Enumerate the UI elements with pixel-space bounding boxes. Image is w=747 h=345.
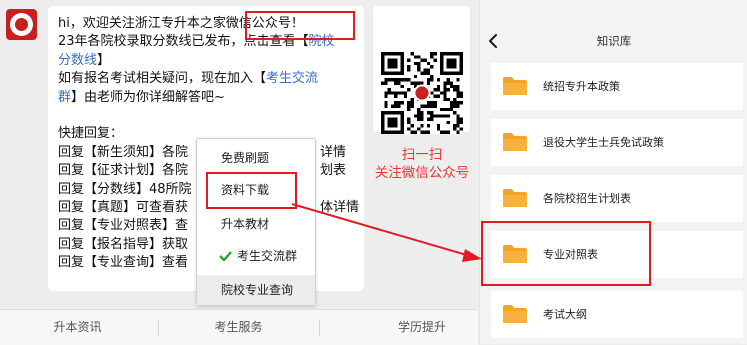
- message-segment: 快捷回复：: [58, 126, 124, 142]
- scan-caption-line: 关注微信公众号: [374, 165, 470, 181]
- menu-tab-services[interactable]: 考生服务: [161, 310, 316, 345]
- message-line: 分数线】: [58, 52, 358, 70]
- folder-icon: [503, 77, 527, 95]
- message-segment: 回复【真题】可查看获: [58, 199, 189, 215]
- annotation-box: [206, 172, 297, 209]
- kb-item[interactable]: 退役大学生士兵免试政策: [491, 119, 743, 166]
- account-avatar[interactable]: [6, 9, 37, 40]
- popup-menu-label: 考生交流群: [237, 249, 298, 263]
- annotation-arrow: [291, 203, 482, 262]
- folder-icon: [503, 189, 527, 207]
- folder-icon: [503, 133, 527, 151]
- message-line: [58, 107, 358, 125]
- menu-divider: [158, 320, 159, 336]
- check-icon: [219, 251, 232, 261]
- page-title: 知识库: [596, 34, 632, 48]
- bottom-menu-bar: 升本资讯 考生服务 学历提升: [0, 309, 478, 345]
- message-segment: 详情: [320, 144, 347, 160]
- message-segment: 】由老师为你详细解答吧~: [71, 89, 225, 105]
- folder-icon: [503, 305, 527, 323]
- qr-code-icon[interactable]: [381, 52, 463, 134]
- scan-caption-line: 扫一扫: [401, 147, 443, 163]
- message-line: 如有报名考试相关疑问，现在加入【考生交流: [58, 70, 358, 88]
- message-segment: 回复【新生须知】各院: [58, 144, 189, 160]
- message-segment: 回复【分数线】48所院: [58, 181, 192, 197]
- kb-item-label: 统招专升本政策: [543, 80, 620, 93]
- popup-menu-label: 升本教材: [221, 217, 270, 231]
- message-segment: 回复【征求计划】各院: [58, 163, 189, 179]
- knowledge-base-panel: 知识库 统招专升本政策 退役大学生士兵免试政策 各院校招生计划表 专业对照表 考试大纲: [479, 0, 747, 344]
- avatar-logo-icon: [15, 18, 28, 31]
- kb-item-label: 考试大纲: [543, 308, 587, 321]
- message-line: 群】由老师为你详细解答吧~: [58, 89, 358, 107]
- annotation-box: [245, 11, 355, 40]
- message-link[interactable]: 分数线: [58, 53, 97, 68]
- menu-tab-news[interactable]: 升本资讯: [0, 310, 155, 345]
- kb-item[interactable]: 考试大纲: [491, 291, 743, 338]
- popup-menu-item[interactable]: 免费刷题: [197, 143, 315, 173]
- popup-menu-label: 院校专业查询: [221, 283, 294, 297]
- message-segment: 划表: [320, 163, 347, 179]
- kb-header: 知识库: [480, 26, 747, 56]
- qr-card: [373, 6, 470, 134]
- back-icon[interactable]: [488, 33, 498, 49]
- message-segment: 】: [97, 52, 111, 68]
- scan-caption: 扫一扫 关注微信公众号: [362, 146, 482, 182]
- menu-divider: [319, 320, 320, 336]
- message-segment: 回复【报名指导】获取: [58, 236, 189, 252]
- message-segment: 回复【专业对照表】查: [58, 218, 189, 234]
- message-link[interactable]: 考生交流: [266, 71, 318, 86]
- kb-item-label: 各院校招生计划表: [543, 192, 631, 205]
- annotation-box: [481, 221, 651, 286]
- message-link[interactable]: 群: [58, 90, 71, 105]
- message-segment: 如有报名考试相关疑问，现在加入【: [58, 71, 267, 87]
- kb-item[interactable]: 统招专升本政策: [491, 63, 743, 110]
- popup-menu-label: 免费刷题: [221, 151, 270, 165]
- message-segment: 回复【专业查询】查看: [58, 255, 189, 271]
- kb-item-label: 退役大学生士兵免试政策: [543, 136, 664, 149]
- kb-item[interactable]: 各院校招生计划表: [491, 175, 743, 222]
